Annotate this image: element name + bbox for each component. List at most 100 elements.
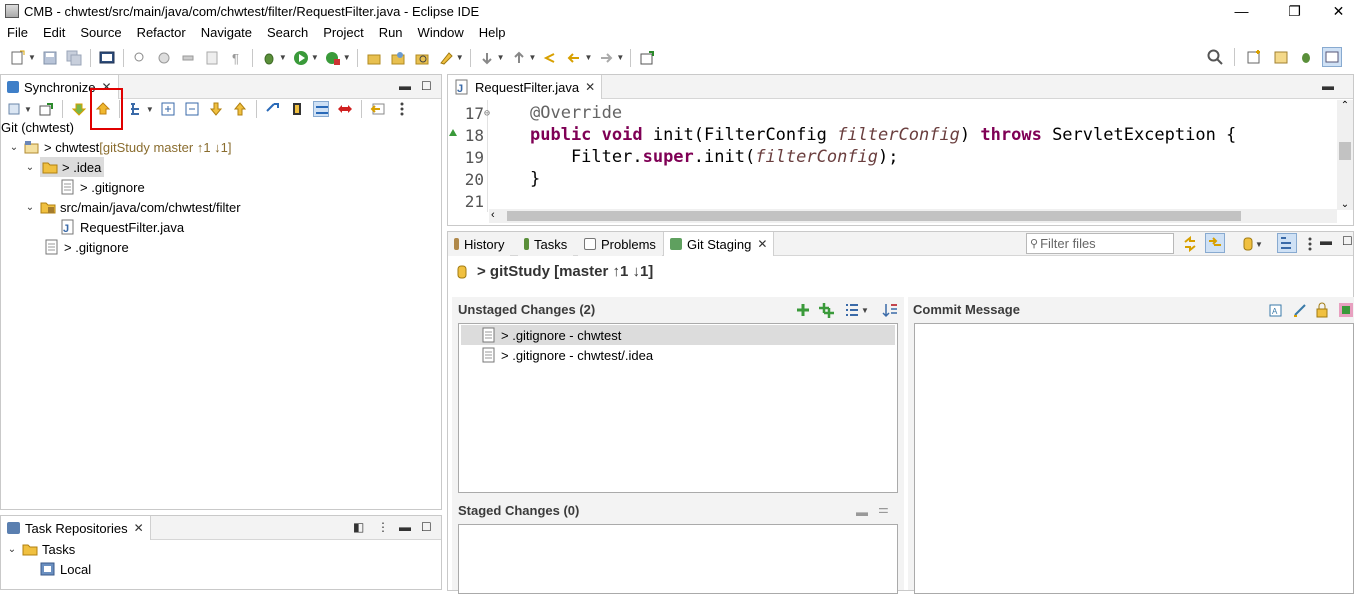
chevron-down-icon[interactable]: ⌄ <box>24 202 36 213</box>
staged-list[interactable] <box>458 524 898 594</box>
view-menu-icon[interactable]: ⋮ <box>377 520 389 534</box>
view-menu-icon[interactable] <box>394 101 410 117</box>
conflicts-mode-icon[interactable] <box>337 101 353 117</box>
chevron-down-icon[interactable]: ▼ <box>529 53 537 62</box>
collapse-all-icon[interactable] <box>184 101 200 117</box>
minimize-panel-icon[interactable]: ▬ <box>399 79 411 93</box>
tab-request-filter[interactable]: J RequestFilter.java ✕ <box>448 75 603 99</box>
run-icon[interactable] <box>293 50 309 66</box>
chevron-down-icon[interactable]: ▼ <box>1255 240 1263 249</box>
synchronize-dropdown-icon[interactable] <box>6 101 22 117</box>
scrollbar-thumb[interactable] <box>1339 142 1351 160</box>
tree-item-selected[interactable]: > .idea <box>40 157 105 177</box>
menu-project[interactable]: Project <box>323 25 363 40</box>
minimize-panel-icon[interactable]: ▬ <box>1320 234 1332 248</box>
both-modes-icon[interactable] <box>312 101 329 117</box>
menu-edit[interactable]: Edit <box>43 25 65 40</box>
repository-icon[interactable] <box>1240 236 1256 252</box>
maximize-panel-icon[interactable]: ☐ <box>1342 234 1353 248</box>
external-tools-icon[interactable] <box>325 50 341 66</box>
search-folder-icon[interactable] <box>414 50 430 66</box>
menu-source[interactable]: Source <box>80 25 121 40</box>
lock-icon[interactable] <box>1314 302 1330 318</box>
save-icon[interactable] <box>42 50 58 66</box>
list-presentation-icon[interactable] <box>844 302 860 318</box>
chevron-down-icon[interactable]: ⌄ <box>8 142 20 153</box>
marker-icon[interactable] <box>438 50 454 66</box>
minimize-button[interactable]: — <box>1219 0 1264 22</box>
tab-task-repositories[interactable]: Task Repositories ✕ <box>1 516 151 540</box>
team-sync-perspective-icon[interactable] <box>1322 47 1342 67</box>
list-item[interactable]: > .gitignore - chwtest <box>461 325 895 345</box>
refresh-icon[interactable] <box>1182 235 1198 253</box>
code-line-20[interactable]: 20} <box>448 168 541 190</box>
menu-search[interactable]: Search <box>267 25 308 40</box>
sign-commit-icon[interactable] <box>1292 302 1308 318</box>
close-button[interactable]: ✕ <box>1316 0 1354 22</box>
chevron-down-icon[interactable]: ▼ <box>861 306 869 315</box>
expand-all-icon[interactable] <box>160 101 176 117</box>
open-task-icon[interactable] <box>390 50 406 66</box>
pin-icon[interactable] <box>38 101 54 117</box>
chevron-down-icon[interactable]: ▼ <box>456 53 464 62</box>
tree-row[interactable]: J RequestFilter.java <box>60 217 184 237</box>
close-icon[interactable]: ✕ <box>134 521 144 535</box>
scrollbar-thumb[interactable] <box>507 211 1241 221</box>
next-annotation-icon[interactable] <box>479 50 495 66</box>
unstaged-list[interactable]: > .gitignore - chwtest > .gitignore - ch… <box>458 323 898 493</box>
chevron-down-icon[interactable]: ▼ <box>616 53 624 62</box>
tree-row[interactable]: Local <box>40 559 91 579</box>
pull-icon[interactable] <box>71 101 87 117</box>
minimize-panel-icon[interactable]: ▬ <box>1322 79 1334 93</box>
chevron-down-icon[interactable]: ⌄ <box>24 162 36 173</box>
chevron-down-icon[interactable]: ⌄ <box>6 544 18 555</box>
java-ee-perspective-icon[interactable] <box>1273 49 1289 65</box>
tab-problems[interactable]: Problems <box>578 232 662 256</box>
vertical-scrollbar[interactable]: ⌃ ⌄ <box>1337 100 1353 210</box>
close-icon[interactable]: ✕ <box>757 237 767 251</box>
unstage-selected-icon[interactable]: ▬ <box>856 505 868 519</box>
tree-row[interactable]: ⌄ > chwtest [gitStudy master ↑1 ↓1] <box>8 137 232 157</box>
filter-files-input[interactable]: ⚲ Filter files <box>1026 233 1174 254</box>
outgoing-mode-icon[interactable] <box>289 101 305 117</box>
chevron-down-icon[interactable]: ▼ <box>343 53 351 62</box>
close-icon[interactable]: ✕ <box>585 80 595 94</box>
debug-perspective-icon[interactable] <box>1298 49 1314 65</box>
code-line-21[interactable]: 21 <box>448 190 484 212</box>
menu-navigate[interactable]: Navigate <box>201 25 252 40</box>
back-icon[interactable] <box>566 50 582 66</box>
stage-selected-icon[interactable] <box>795 302 811 318</box>
pin-editor-icon[interactable] <box>639 50 655 66</box>
add-repository-icon[interactable]: ◧ <box>353 520 364 534</box>
next-difference-icon[interactable] <box>208 101 224 117</box>
sort-icon[interactable] <box>882 302 898 318</box>
maximize-panel-icon[interactable]: ☐ <box>421 520 432 534</box>
save-all-icon[interactable] <box>66 50 82 66</box>
menu-window[interactable]: Window <box>418 25 464 40</box>
tree-row[interactable]: ⌄ src/main/java/com/chwtest/filter <box>24 197 241 217</box>
scroll-up-icon[interactable]: ⌃ <box>1337 100 1353 111</box>
scroll-down-icon[interactable]: ⌄ <box>1337 199 1353 210</box>
last-edit-icon[interactable] <box>542 50 558 66</box>
chevron-down-icon[interactable]: ▼ <box>584 53 592 62</box>
chevron-down-icon[interactable]: ▼ <box>311 53 319 62</box>
search-reference-icon[interactable] <box>132 50 148 66</box>
tab-tasks[interactable]: Tasks <box>518 232 574 256</box>
terminal-icon[interactable] <box>99 50 115 66</box>
new-icon[interactable] <box>10 50 26 66</box>
unstage-all-icon[interactable]: ⚌ <box>878 502 889 516</box>
git-icon[interactable] <box>156 50 172 66</box>
code-line-17[interactable]: 17 ⊖ @Override <box>448 102 622 124</box>
tree-row[interactable]: ⌄ Tasks <box>6 539 75 559</box>
maximize-panel-icon[interactable]: ☐ <box>421 79 432 93</box>
chevron-down-icon[interactable]: ▼ <box>28 53 36 62</box>
forward-icon[interactable] <box>598 50 614 66</box>
debug-icon[interactable] <box>261 50 277 66</box>
paragraph-icon[interactable]: ¶ <box>228 50 244 66</box>
tab-git-staging[interactable]: Git Staging ✕ <box>663 232 775 256</box>
horizontal-scrollbar[interactable]: ‹ <box>489 209 1337 223</box>
menu-help[interactable]: Help <box>479 25 506 40</box>
menu-run[interactable]: Run <box>379 25 403 40</box>
tree-row[interactable]: > .gitignore <box>60 177 145 197</box>
stage-all-icon[interactable] <box>818 302 834 318</box>
